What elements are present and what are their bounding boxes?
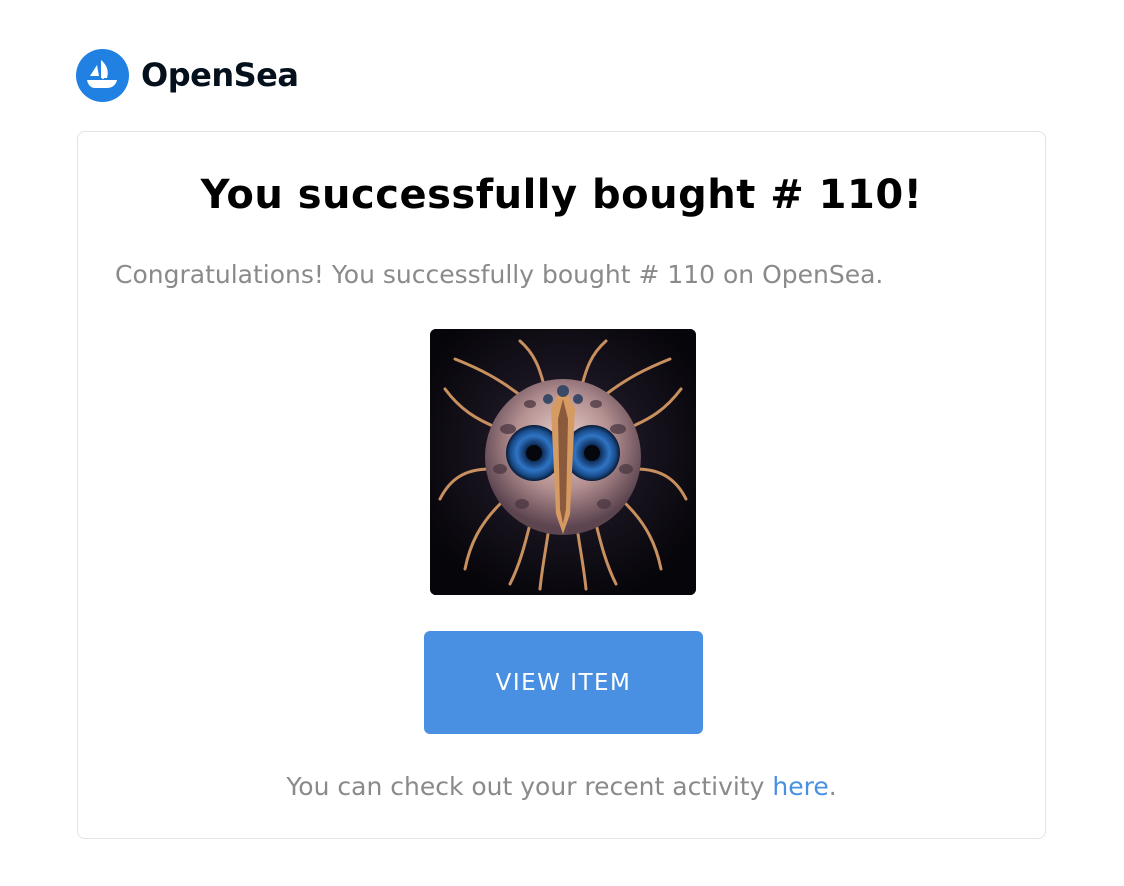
brand-name: OpenSea bbox=[141, 56, 299, 94]
opensea-logo-icon bbox=[76, 48, 129, 102]
email-page: OpenSea You successfully bought # 110! C… bbox=[0, 0, 1124, 886]
purchase-card: You successfully bought # 110! Congratul… bbox=[77, 131, 1046, 839]
page-title: You successfully bought # 110! bbox=[200, 172, 923, 218]
nft-creature-image bbox=[430, 329, 696, 595]
recent-activity-link[interactable]: here bbox=[772, 772, 828, 801]
brand-header: OpenSea bbox=[76, 48, 299, 102]
view-item-button[interactable]: VIEW ITEM bbox=[424, 631, 703, 734]
opensea-ship-icon bbox=[76, 48, 129, 102]
recent-activity-label: You can check out your recent activity bbox=[286, 772, 773, 801]
congratulations-message: Congratulations! You successfully bought… bbox=[115, 260, 884, 289]
recent-activity-suffix: . bbox=[828, 772, 837, 801]
recent-activity-text: You can check out your recent activity h… bbox=[78, 772, 1045, 801]
